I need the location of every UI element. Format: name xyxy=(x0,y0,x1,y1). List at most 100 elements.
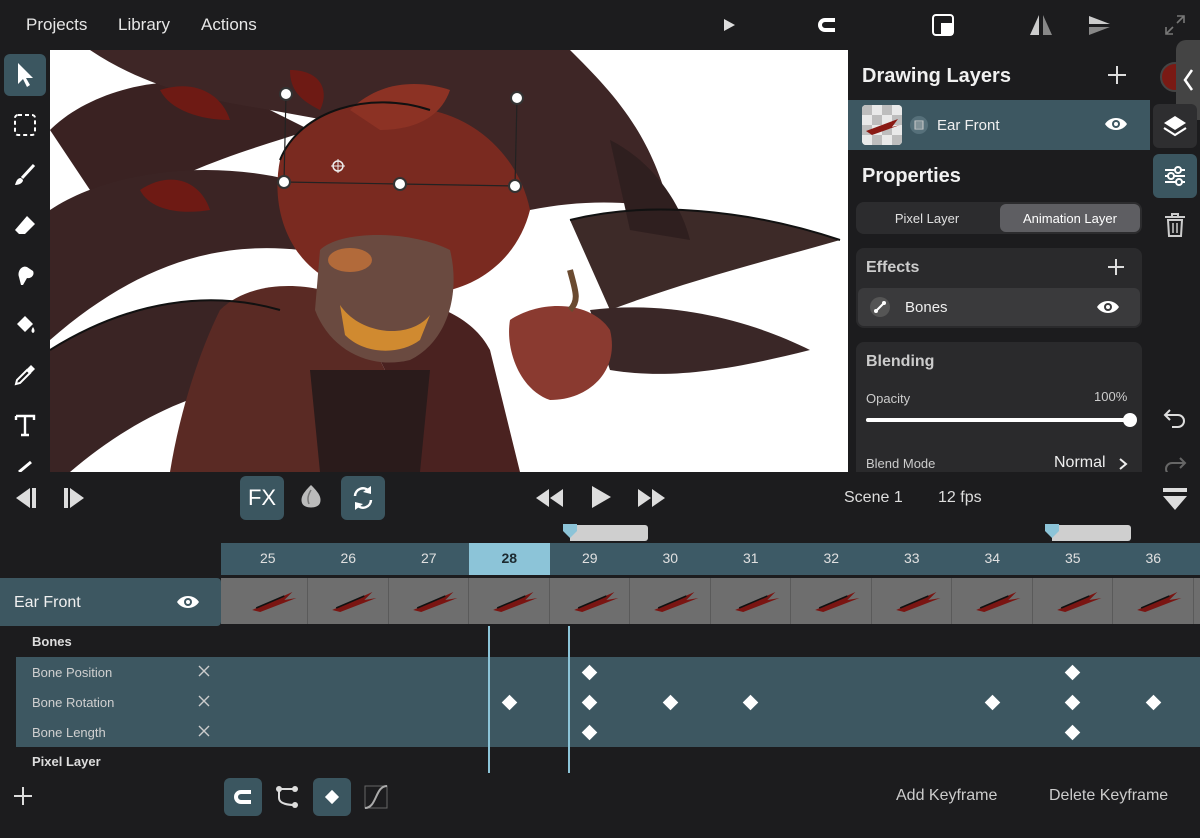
track-frame[interactable] xyxy=(791,578,872,624)
keyframe-diamond[interactable] xyxy=(1064,724,1081,740)
frame-number[interactable]: 33 xyxy=(892,550,932,566)
text-tool[interactable] xyxy=(4,404,46,446)
scene-label[interactable]: Scene 1 xyxy=(844,489,903,507)
fx-button[interactable]: FX xyxy=(240,476,284,520)
keyframe-diamond[interactable] xyxy=(1145,694,1162,710)
flip-horizontal-icon[interactable] xyxy=(1028,12,1054,38)
fullscreen-icon[interactable] xyxy=(1162,12,1188,38)
opacity-slider-knob[interactable] xyxy=(1123,413,1137,427)
track-frame[interactable] xyxy=(469,578,550,624)
layer-visibility-icon[interactable] xyxy=(1104,114,1128,139)
keyframe-lanes[interactable] xyxy=(221,657,1200,747)
bone-position-row[interactable]: Bone Position xyxy=(16,657,221,687)
eyedropper-tool[interactable] xyxy=(4,354,46,396)
add-effect-icon[interactable] xyxy=(1107,258,1125,281)
play-range-end[interactable] xyxy=(1052,525,1131,541)
effect-row-bones[interactable]: Bones xyxy=(858,288,1140,326)
keyframe-diamond[interactable] xyxy=(1064,664,1081,680)
more-tools-icon[interactable] xyxy=(4,454,46,472)
play-range-start[interactable] xyxy=(570,525,648,541)
brush-tool[interactable] xyxy=(4,154,46,196)
frame-number[interactable]: 25 xyxy=(248,550,288,566)
trash-icon[interactable] xyxy=(1163,212,1187,243)
previous-frame-icon[interactable] xyxy=(10,485,38,516)
frame-number[interactable]: 27 xyxy=(409,550,449,566)
select-tool[interactable] xyxy=(4,54,46,96)
track-frame[interactable] xyxy=(1113,578,1194,624)
track-frame[interactable] xyxy=(711,578,791,624)
animation-layer-option[interactable]: Animation Layer xyxy=(1000,204,1140,232)
keyframe-diamond[interactable] xyxy=(1064,694,1081,710)
flip-vertical-icon[interactable] xyxy=(1086,12,1112,38)
frame-number[interactable]: 29 xyxy=(570,550,610,566)
opacity-slider[interactable] xyxy=(866,413,1137,427)
layer-row[interactable]: Ear Front xyxy=(848,100,1150,150)
frame-number[interactable]: 28 xyxy=(489,550,529,566)
track-frame[interactable] xyxy=(1033,578,1113,624)
keyframe-diamond[interactable] xyxy=(581,694,598,710)
drawing-canvas[interactable] xyxy=(50,50,848,472)
menu-actions[interactable]: Actions xyxy=(201,15,257,35)
range-start-handle-icon[interactable] xyxy=(562,523,578,544)
snap-magnet-icon[interactable] xyxy=(224,778,262,816)
track-frame[interactable] xyxy=(952,578,1033,624)
frame-number[interactable]: 30 xyxy=(650,550,690,566)
timeline-visibility-icon[interactable] xyxy=(176,592,200,617)
track-frame[interactable] xyxy=(630,578,711,624)
frame-number[interactable]: 36 xyxy=(1133,550,1173,566)
loop-icon[interactable] xyxy=(341,476,385,520)
remove-bone-length-icon[interactable] xyxy=(197,724,211,738)
frame-number[interactable]: 31 xyxy=(731,550,771,566)
keyframe-diamond[interactable] xyxy=(581,724,598,740)
redo-icon[interactable] xyxy=(1163,454,1187,472)
motion-path-icon[interactable] xyxy=(268,778,306,816)
keyframe-diamond[interactable] xyxy=(984,694,1001,710)
collapse-timeline-icon[interactable] xyxy=(1161,486,1189,517)
menu-library[interactable]: Library xyxy=(118,15,170,35)
rewind-icon[interactable] xyxy=(534,487,566,514)
track-frame[interactable] xyxy=(308,578,389,624)
track-frame[interactable] xyxy=(872,578,952,624)
play-icon[interactable] xyxy=(589,484,613,515)
range-end-handle-icon[interactable] xyxy=(1044,523,1060,544)
keyframe-diamond[interactable] xyxy=(662,694,679,710)
keyframe-mode-icon[interactable] xyxy=(313,778,351,816)
add-keyframe-button[interactable]: Add Keyframe xyxy=(896,787,997,805)
frame-number[interactable]: 34 xyxy=(972,550,1012,566)
adjustments-icon[interactable] xyxy=(1153,154,1197,198)
menu-projects[interactable]: Projects xyxy=(26,15,87,35)
frame-ruler[interactable]: 25 26 27 28 29 30 31 32 33 34 35 36 xyxy=(221,543,1200,575)
magnet-icon[interactable] xyxy=(814,12,840,38)
fill-tool[interactable] xyxy=(4,304,46,346)
timeline-layer-row[interactable]: Ear Front xyxy=(0,578,221,626)
undo-icon[interactable] xyxy=(1163,406,1187,433)
layers-icon[interactable] xyxy=(1153,104,1197,148)
keyframe-diamond[interactable] xyxy=(581,664,598,680)
track-frame[interactable] xyxy=(228,578,308,624)
fps-label[interactable]: 12 fps xyxy=(938,489,982,507)
delete-keyframe-button[interactable]: Delete Keyframe xyxy=(1049,787,1168,805)
fast-forward-icon[interactable] xyxy=(635,487,667,514)
chevron-right-icon[interactable] xyxy=(1118,457,1128,472)
bone-rotation-row[interactable]: Bone Rotation xyxy=(16,687,221,717)
remove-bone-rotation-icon[interactable] xyxy=(197,694,211,708)
next-frame-icon[interactable] xyxy=(62,485,90,516)
effect-visibility-icon[interactable] xyxy=(1096,297,1120,322)
bone-length-row[interactable]: Bone Length xyxy=(16,717,221,747)
add-layer-icon[interactable] xyxy=(1106,64,1128,86)
blend-mode-value[interactable]: Normal xyxy=(1054,454,1106,472)
smudge-tool[interactable] xyxy=(4,254,46,296)
play-preview-icon[interactable] xyxy=(716,12,742,38)
easing-curve-icon[interactable] xyxy=(357,778,395,816)
layer-track[interactable] xyxy=(221,578,1200,624)
canvas-resize-icon[interactable] xyxy=(930,12,956,38)
add-track-icon[interactable] xyxy=(12,785,34,812)
track-frame[interactable] xyxy=(389,578,469,624)
frame-number[interactable]: 26 xyxy=(328,550,368,566)
track-frame[interactable] xyxy=(550,578,630,624)
frame-number[interactable]: 32 xyxy=(811,550,851,566)
keyframe-diamond[interactable] xyxy=(742,694,759,710)
eraser-tool[interactable] xyxy=(4,204,46,246)
onion-skin-icon[interactable] xyxy=(296,482,326,517)
marquee-tool[interactable] xyxy=(4,104,46,146)
